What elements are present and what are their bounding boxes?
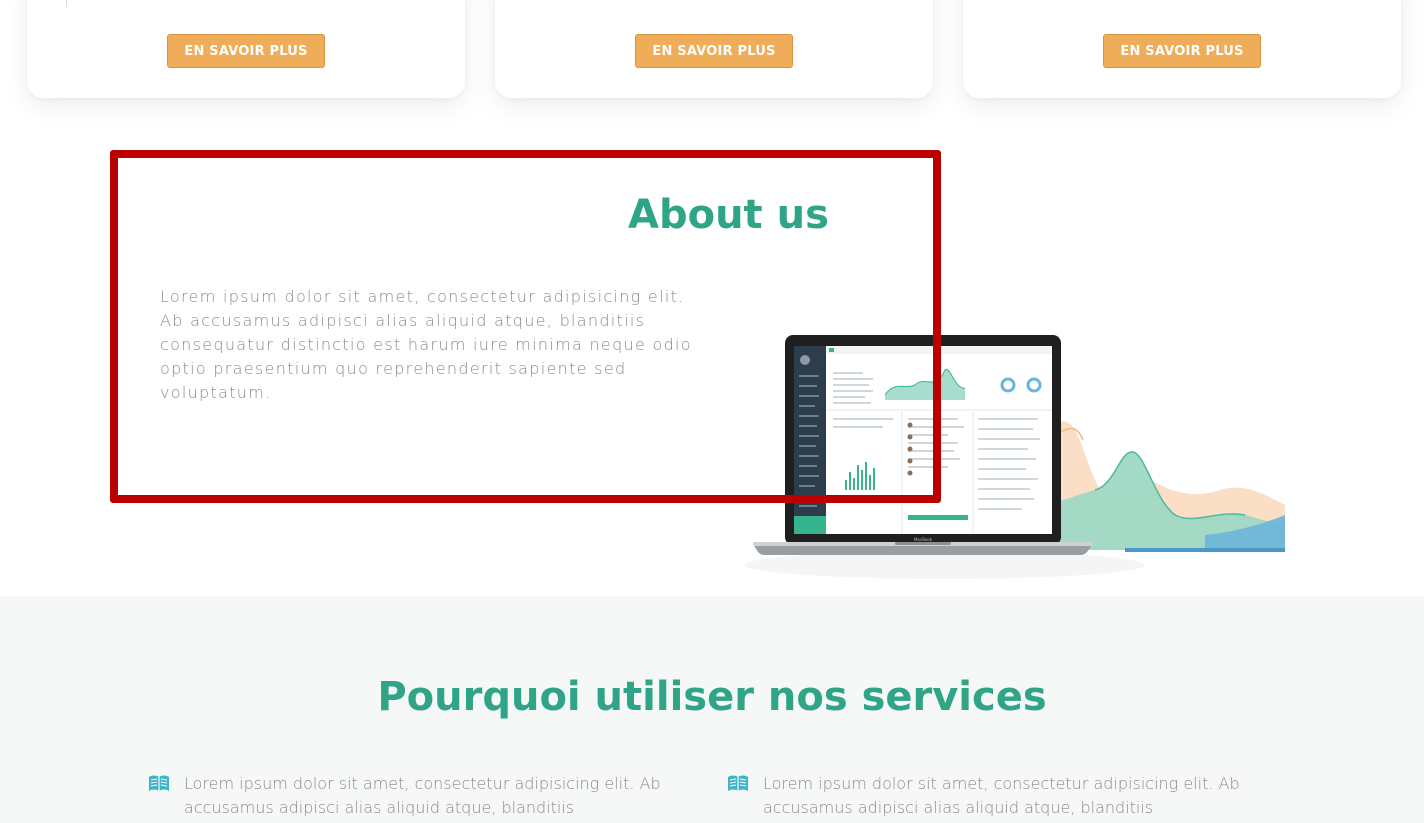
why-section: Pourquoi utiliser nos services Lorem ips… (0, 596, 1424, 823)
page: EN SAVOIR PLUS EN SAVOIR PLUS EN SAVOIR … (0, 0, 1424, 823)
why-title: Pourquoi utiliser nos services (377, 674, 1047, 720)
service-card-3: EN SAVOIR PLUS (963, 0, 1401, 98)
learn-more-button-1[interactable]: EN SAVOIR PLUS (167, 34, 325, 68)
about-text: Lorem ipsum dolor sit amet, consectetur … (160, 287, 692, 402)
why-item-text: Lorem ipsum dolor sit amet, consectetur … (184, 774, 661, 817)
laptop-dashboard-illustration: MacBook (745, 335, 1285, 579)
book-open-icon (149, 775, 169, 791)
why-item-text: Lorem ipsum dolor sit amet, consectetur … (763, 774, 1240, 817)
service-card-1: EN SAVOIR PLUS (27, 0, 465, 98)
laptop-brand-label: MacBook (914, 537, 933, 542)
book-open-icon (728, 775, 748, 791)
service-card-2: EN SAVOIR PLUS (495, 0, 933, 98)
about-title: About us (628, 192, 829, 238)
learn-more-button-2[interactable]: EN SAVOIR PLUS (635, 34, 793, 68)
learn-more-button-3[interactable]: EN SAVOIR PLUS (1103, 34, 1261, 68)
card-divider (66, 0, 67, 7)
